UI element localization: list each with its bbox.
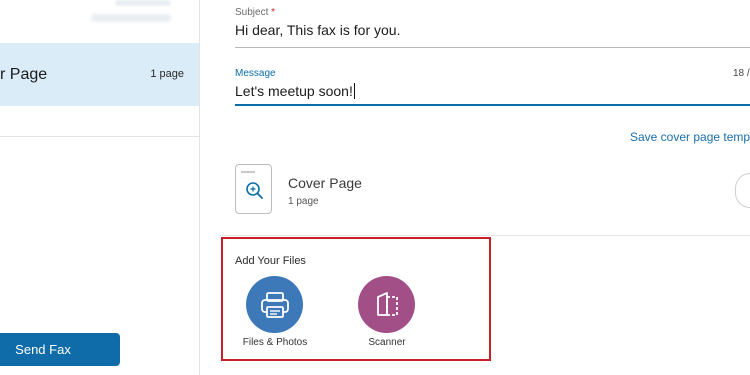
subject-label: Subject * — [235, 7, 275, 18]
cover-page-toggle[interactable] — [735, 173, 750, 208]
send-fax-button[interactable]: Send Fax — [0, 333, 120, 366]
contact-name-blurred — [115, 0, 171, 6]
message-label: Message — [235, 68, 276, 79]
message-input[interactable]: Let's meetup soon! — [235, 83, 355, 99]
files-photos-button[interactable] — [246, 276, 303, 333]
save-cover-page-template-link[interactable]: Save cover page temp — [630, 130, 750, 144]
scanner-button[interactable] — [358, 276, 415, 333]
contact-info-blurred — [91, 0, 185, 30]
sidebar-item-cover-page[interactable]: r Page 1 page — [0, 43, 199, 106]
zoom-icon — [246, 182, 263, 199]
cover-page-title: Cover Page — [288, 175, 362, 191]
contact-number-blurred — [91, 14, 171, 22]
text-caret — [353, 83, 355, 99]
document-lines — [241, 171, 255, 173]
add-files-title: Add Your Files — [235, 255, 306, 267]
sidebar-item-page-count: 1 page — [150, 68, 184, 80]
message-underline — [235, 104, 750, 106]
cover-page-thumbnail[interactable] — [235, 164, 272, 214]
section-divider — [220, 235, 750, 236]
required-mark: * — [271, 7, 276, 18]
files-photos-label: Files & Photos — [242, 337, 308, 348]
printer-icon — [260, 291, 289, 318]
message-char-counter: 18 / — [733, 68, 750, 79]
message-text: Let's meetup soon! — [235, 83, 353, 99]
sidebar: r Page 1 page Send Fax — [0, 0, 200, 375]
sidebar-item-label: r Page — [0, 66, 48, 83]
subject-input[interactable]: Hi dear, This fax is for you. — [235, 22, 400, 38]
subject-label-text: Subject — [235, 7, 269, 18]
scanner-icon — [376, 291, 398, 316]
send-fax-label: Send Fax — [15, 342, 71, 357]
sidebar-divider — [0, 136, 199, 137]
fax-composer: Subject * Hi dear, This fax is for you. … — [200, 0, 750, 375]
scanner-label: Scanner — [368, 337, 406, 348]
cover-page-count: 1 page — [288, 196, 319, 207]
subject-underline — [235, 47, 750, 48]
